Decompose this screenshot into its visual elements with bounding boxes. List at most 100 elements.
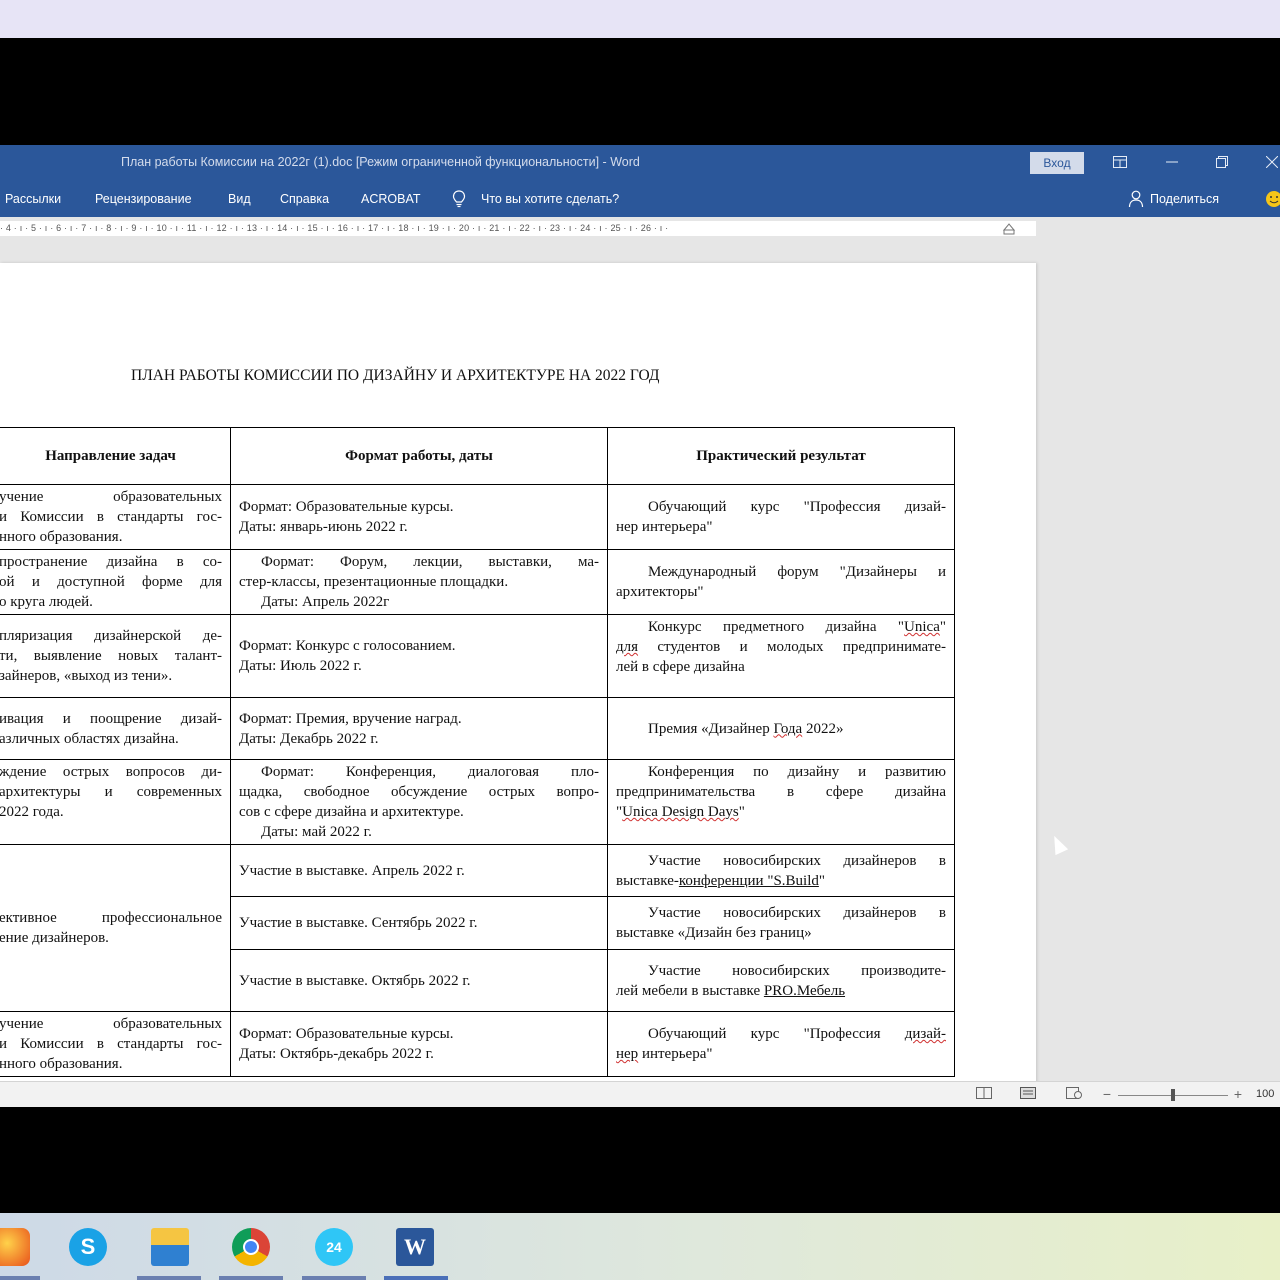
table-cell: учение образовательных и Комиссии в стан… [0, 1011, 231, 1077]
cell-line: учение образовательных [0, 1016, 222, 1032]
cell-line: Формат: Образовательные курсы. [239, 499, 454, 515]
cell-line: для студентов и молодых предпринимате- [616, 637, 946, 657]
print-layout-icon[interactable] [1020, 1087, 1036, 1101]
read-mode-icon[interactable] [976, 1087, 992, 1101]
tab-review[interactable]: Рецензирование [95, 192, 192, 206]
cell-line: нного образования. [0, 1056, 123, 1072]
cell-line: щадка, свободное обсуждение острых вопро… [239, 784, 599, 800]
cell-line: Формат: Образовательные курсы. [239, 1026, 454, 1042]
cell-line: нер интерьера" [616, 1044, 946, 1064]
feedback-smiley-icon[interactable] [1265, 190, 1280, 211]
cell-line: ективное профессиональное [0, 910, 222, 926]
taskbar-running-indicator [302, 1276, 366, 1280]
cell-line: ой и доступной форме для [0, 574, 222, 590]
cell-line: и Комиссии в стандарты гос- [0, 509, 222, 525]
spellcheck-word[interactable]: Unica Design Days [622, 804, 739, 820]
table-cell: Участие новосибирских дизайнеров в выста… [607, 896, 955, 950]
cell-line: о круга людей. [0, 594, 93, 610]
cell-line: выставке-конференции "S.Build" [616, 871, 946, 891]
text-run: Конкурс предметного дизайна " [648, 619, 905, 635]
text-run: Обучающий курс "Профессия [648, 1026, 905, 1042]
signin-button[interactable]: Вход [1030, 152, 1084, 174]
table-cell: Премия «Дизайнер Года 2022» [607, 697, 955, 760]
window-title: План работы Комиссии на 2022г (1).doc [Р… [121, 155, 640, 169]
text-run: выставке- [616, 872, 679, 889]
text-run: лей мебели в выставке [616, 982, 764, 999]
desktop-top-strip [0, 0, 1280, 38]
spellcheck-word[interactable]: Года [773, 721, 802, 737]
document-title: ПЛАН РАБОТЫ КОМИССИИ ПО ДИЗАЙНУ И АРХИТЕ… [131, 367, 660, 384]
document-page[interactable]: ПЛАН РАБОТЫ КОМИССИИ ПО ДИЗАЙНУ И АРХИТЕ… [0, 263, 1036, 1081]
text-run: студентов и молодых предпринимате- [638, 639, 946, 655]
tab-view[interactable]: Вид [228, 192, 251, 206]
spellcheck-word[interactable]: Unica [904, 619, 940, 635]
cell-line: Формат: Премия, вручение наград. [239, 710, 462, 727]
cell-line: архитекторы" [616, 584, 704, 600]
lightbulb-icon[interactable] [452, 190, 466, 211]
table-cell: ивация и поощрение дизай- азличных облас… [0, 697, 231, 760]
spellcheck-word[interactable]: нер [616, 1046, 638, 1062]
web-layout-icon[interactable] [1066, 1087, 1082, 1101]
table-cell: Конкурс предметного дизайна "Unica" для … [607, 614, 955, 698]
minimize-icon[interactable] [1160, 151, 1184, 175]
cell-line: ивация и поощрение дизай- [0, 710, 222, 727]
cell-line: зайнеров, «выход из тени». [0, 668, 173, 684]
tab-mailings[interactable]: Рассылки [5, 192, 61, 206]
word-title-bar: План работы Комиссии на 2022г (1).doc [Р… [0, 145, 1280, 181]
cell-line: "Unica Design Days" [616, 802, 946, 822]
ruler-scale: · 4 · ı · 5 · ı · 6 · ı · 7 · ı · 8 · ı … [0, 221, 1036, 236]
table-cell: Формат: Конкурс с голосованием. Даты: Ию… [230, 614, 608, 698]
table-cell: Участие в выставке. Сентябрь 2022 г. [230, 896, 608, 950]
tab-help[interactable]: Справка [280, 192, 329, 206]
text-run: " [939, 619, 946, 635]
text-run: 2022» [802, 720, 844, 737]
table-header-row: Направление задач Формат работы, даты Пр… [0, 427, 955, 485]
horizontal-ruler[interactable]: · 4 · ı · 5 · ı · 6 · ı · 7 · ı · 8 · ı … [0, 217, 1280, 241]
cell-line: Даты: Апрель 2022г [261, 594, 390, 610]
table-cell: Формат: Премия, вручение наград. Даты: Д… [230, 697, 608, 760]
zoom-slider-thumb[interactable] [1171, 1089, 1175, 1101]
table-cell: учение образовательных и Комиссии в стан… [0, 484, 231, 550]
ribbon-tabs: Рассылки Рецензирование Вид Справка ACRO… [0, 181, 1280, 217]
browser-icon[interactable] [0, 1228, 30, 1266]
word-icon[interactable]: W [396, 1228, 434, 1266]
cell-line: Формат: Форум, лекции, выставки, ма- [261, 554, 599, 570]
tab-acrobat[interactable]: ACROBAT [361, 192, 421, 206]
mouse-cursor-icon [1047, 832, 1069, 856]
cell-line: нер интерьера" [616, 519, 713, 535]
table-cell: Формат: Форум, лекции, выставки, ма- сте… [230, 549, 608, 615]
cell-line: Формат: Конкурс с голосованием. [239, 638, 456, 654]
spellcheck-word[interactable]: дизай- [905, 1026, 946, 1042]
bitrix24-icon[interactable]: 24 [315, 1228, 353, 1266]
person-icon[interactable] [1128, 190, 1144, 211]
cell-line: Формат: Конференция, диалоговая пло- [261, 764, 599, 780]
header-direction: Направление задач [0, 427, 231, 485]
zoom-in-icon[interactable]: + [1230, 1087, 1246, 1101]
cell-line: лей в сфере дизайна [616, 659, 745, 675]
close-icon[interactable] [1260, 151, 1280, 175]
screen-letterbox-top [0, 38, 1280, 145]
cell-line: учение образовательных [0, 489, 222, 505]
chrome-icon[interactable] [232, 1228, 270, 1266]
table-row: пространение дизайна в со- ой и доступно… [0, 549, 955, 615]
table-row: учение образовательных и Комиссии в стан… [0, 484, 955, 550]
tell-me-search[interactable]: Что вы хотите сделать? [481, 192, 619, 206]
table-cell: пространение дизайна в со- ой и доступно… [0, 549, 231, 615]
cell-line: Международный форум "Дизайнеры и [648, 564, 946, 580]
zoom-out-icon[interactable]: − [1099, 1087, 1115, 1101]
zoom-level[interactable]: 100 [1256, 1088, 1274, 1100]
cell-line: ждение острых вопросов ди- [0, 764, 222, 780]
cell-line: Даты: Октябрь-декабрь 2022 г. [239, 1046, 434, 1062]
table-cell: Формат: Образовательные курсы. Даты: янв… [230, 484, 608, 550]
share-button[interactable]: Поделиться [1150, 192, 1219, 206]
taskbar-running-indicator [137, 1276, 201, 1280]
table-cell: Формат: Конференция, диалоговая пло- щад… [230, 759, 608, 845]
restore-icon[interactable] [1210, 151, 1234, 175]
file-explorer-icon[interactable] [151, 1228, 189, 1266]
document-workspace[interactable]: ПЛАН РАБОТЫ КОМИССИИ ПО ДИЗАЙНУ И АРХИТЕ… [0, 241, 1280, 1081]
ribbon-display-icon[interactable] [1108, 151, 1132, 175]
table-cell: ждение острых вопросов ди- архитектуры и… [0, 759, 231, 845]
skype-icon[interactable]: S [69, 1228, 107, 1266]
spellcheck-word[interactable]: для [616, 639, 638, 655]
indent-marker-icon[interactable] [1002, 220, 1016, 241]
